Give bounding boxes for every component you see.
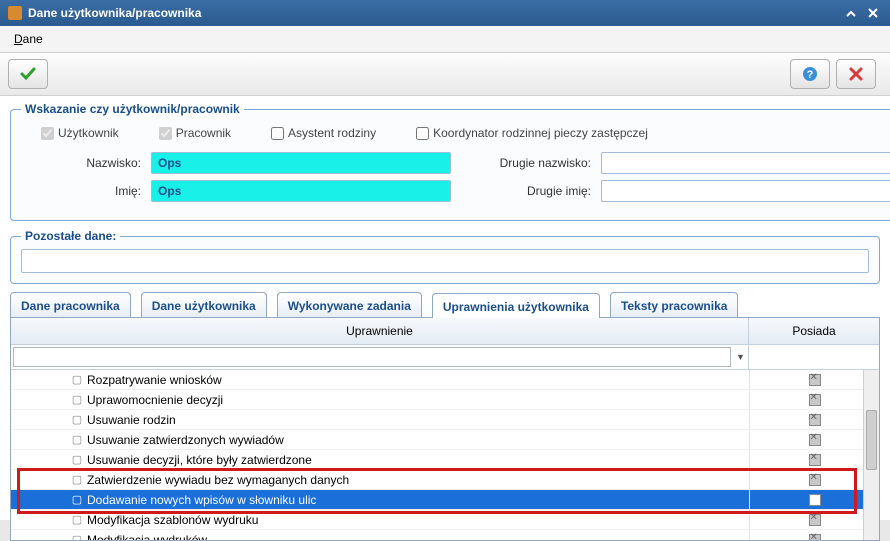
- window-title: Dane użytkownika/pracownika: [28, 6, 838, 20]
- tab-uprawnienia-uzytkownika[interactable]: Uprawnienia użytkownika: [432, 293, 600, 318]
- checkbox-coordinator[interactable]: Koordynator rodzinnej pieczy zastępczej: [416, 126, 648, 140]
- file-icon: ▢: [71, 373, 83, 386]
- permission-checkbox[interactable]: [809, 414, 821, 426]
- tab-teksty-pracownika[interactable]: Teksty pracownika: [610, 292, 739, 317]
- permission-checkbox[interactable]: [809, 494, 821, 506]
- menu-dane[interactable]: Dane: [8, 30, 49, 48]
- column-uprawnienie[interactable]: Uprawnienie: [11, 318, 749, 344]
- checkbox-worker[interactable]: Pracownik: [159, 126, 231, 140]
- tab-dane-pracownika[interactable]: Dane pracownika: [10, 292, 131, 317]
- tree-row: ▢Usuwanie decyzji, które były zatwierdzo…: [11, 450, 879, 470]
- other-fieldset: Pozostałe dane:: [10, 229, 880, 284]
- cancel-button[interactable]: [836, 59, 876, 89]
- tree-row: ▢Modyfikacja szablonów wydruku: [11, 510, 879, 530]
- file-icon: ▢: [71, 413, 83, 426]
- file-icon: ▢: [71, 393, 83, 406]
- filter-input[interactable]: [13, 347, 731, 367]
- permission-checkbox[interactable]: [809, 374, 821, 386]
- menubar: Dane: [0, 26, 890, 53]
- help-button[interactable]: ?: [790, 59, 830, 89]
- permission-checkbox[interactable]: [809, 434, 821, 446]
- other-legend: Pozostałe dane:: [21, 229, 120, 243]
- roles-fieldset: Wskazanie czy użytkownik/pracownik Użytk…: [10, 102, 890, 221]
- firstname2-input[interactable]: [601, 180, 890, 202]
- surname2-input[interactable]: [601, 152, 890, 174]
- roles-legend: Wskazanie czy użytkownik/pracownik: [21, 102, 244, 116]
- surname-label: Nazwisko:: [31, 156, 141, 170]
- permission-checkbox[interactable]: [809, 394, 821, 406]
- other-input[interactable]: [21, 249, 869, 273]
- tree-row-selected: ▢Dodawanie nowych wpisów w słowniku ulic: [11, 490, 879, 510]
- file-icon: ▢: [71, 433, 83, 446]
- permission-checkbox[interactable]: [809, 474, 821, 486]
- tree-row: ▢Zatwierdzenie wywiadu bez wymaganych da…: [11, 470, 879, 490]
- tab-wykonywane-zadania[interactable]: Wykonywane zadania: [277, 292, 422, 317]
- tabs: Dane pracownika Dane użytkownika Wykonyw…: [10, 292, 880, 318]
- permission-checkbox[interactable]: [809, 454, 821, 466]
- scrollbar[interactable]: [863, 370, 879, 540]
- tree-row: ▢Rozpatrywanie wniosków: [11, 370, 879, 390]
- firstname2-label: Drugie imię:: [461, 184, 591, 198]
- permissions-tree[interactable]: ▢Rozpatrywanie wniosków ▢Uprawomocnienie…: [11, 370, 879, 540]
- file-icon: ▢: [71, 533, 83, 540]
- file-icon: ▢: [71, 473, 83, 486]
- column-posiada[interactable]: Posiada: [749, 318, 879, 344]
- file-icon: ▢: [71, 453, 83, 466]
- filter-dropdown-icon[interactable]: ▼: [733, 345, 749, 369]
- window-titlebar: Dane użytkownika/pracownika: [0, 0, 890, 26]
- confirm-button[interactable]: [8, 59, 48, 89]
- tree-row: ▢Modyfikacja wydruków: [11, 530, 879, 540]
- tree-row: ▢Usuwanie zatwierdzonych wywiadów: [11, 430, 879, 450]
- permission-checkbox[interactable]: [809, 534, 821, 541]
- firstname-label: Imię:: [31, 184, 141, 198]
- checkbox-assistant[interactable]: Asystent rodziny: [271, 126, 376, 140]
- app-icon: [8, 6, 22, 20]
- minimize-button[interactable]: [842, 4, 860, 22]
- file-icon: ▢: [71, 493, 83, 506]
- tree-row: ▢Uprawomocnienie decyzji: [11, 390, 879, 410]
- surname2-label: Drugie nazwisko:: [461, 156, 591, 170]
- surname-input[interactable]: [151, 152, 451, 174]
- toolbar: ?: [0, 53, 890, 96]
- permissions-grid: Uprawnienie Posiada ▼ ▢Rozpatrywanie wni…: [10, 318, 880, 541]
- checkbox-user[interactable]: Użytkownik: [41, 126, 119, 140]
- close-button[interactable]: [864, 4, 882, 22]
- firstname-input[interactable]: [151, 180, 451, 202]
- tree-row: ▢Usuwanie rodzin: [11, 410, 879, 430]
- tab-dane-uzytkownika[interactable]: Dane użytkownika: [141, 292, 267, 317]
- svg-text:?: ?: [807, 69, 814, 81]
